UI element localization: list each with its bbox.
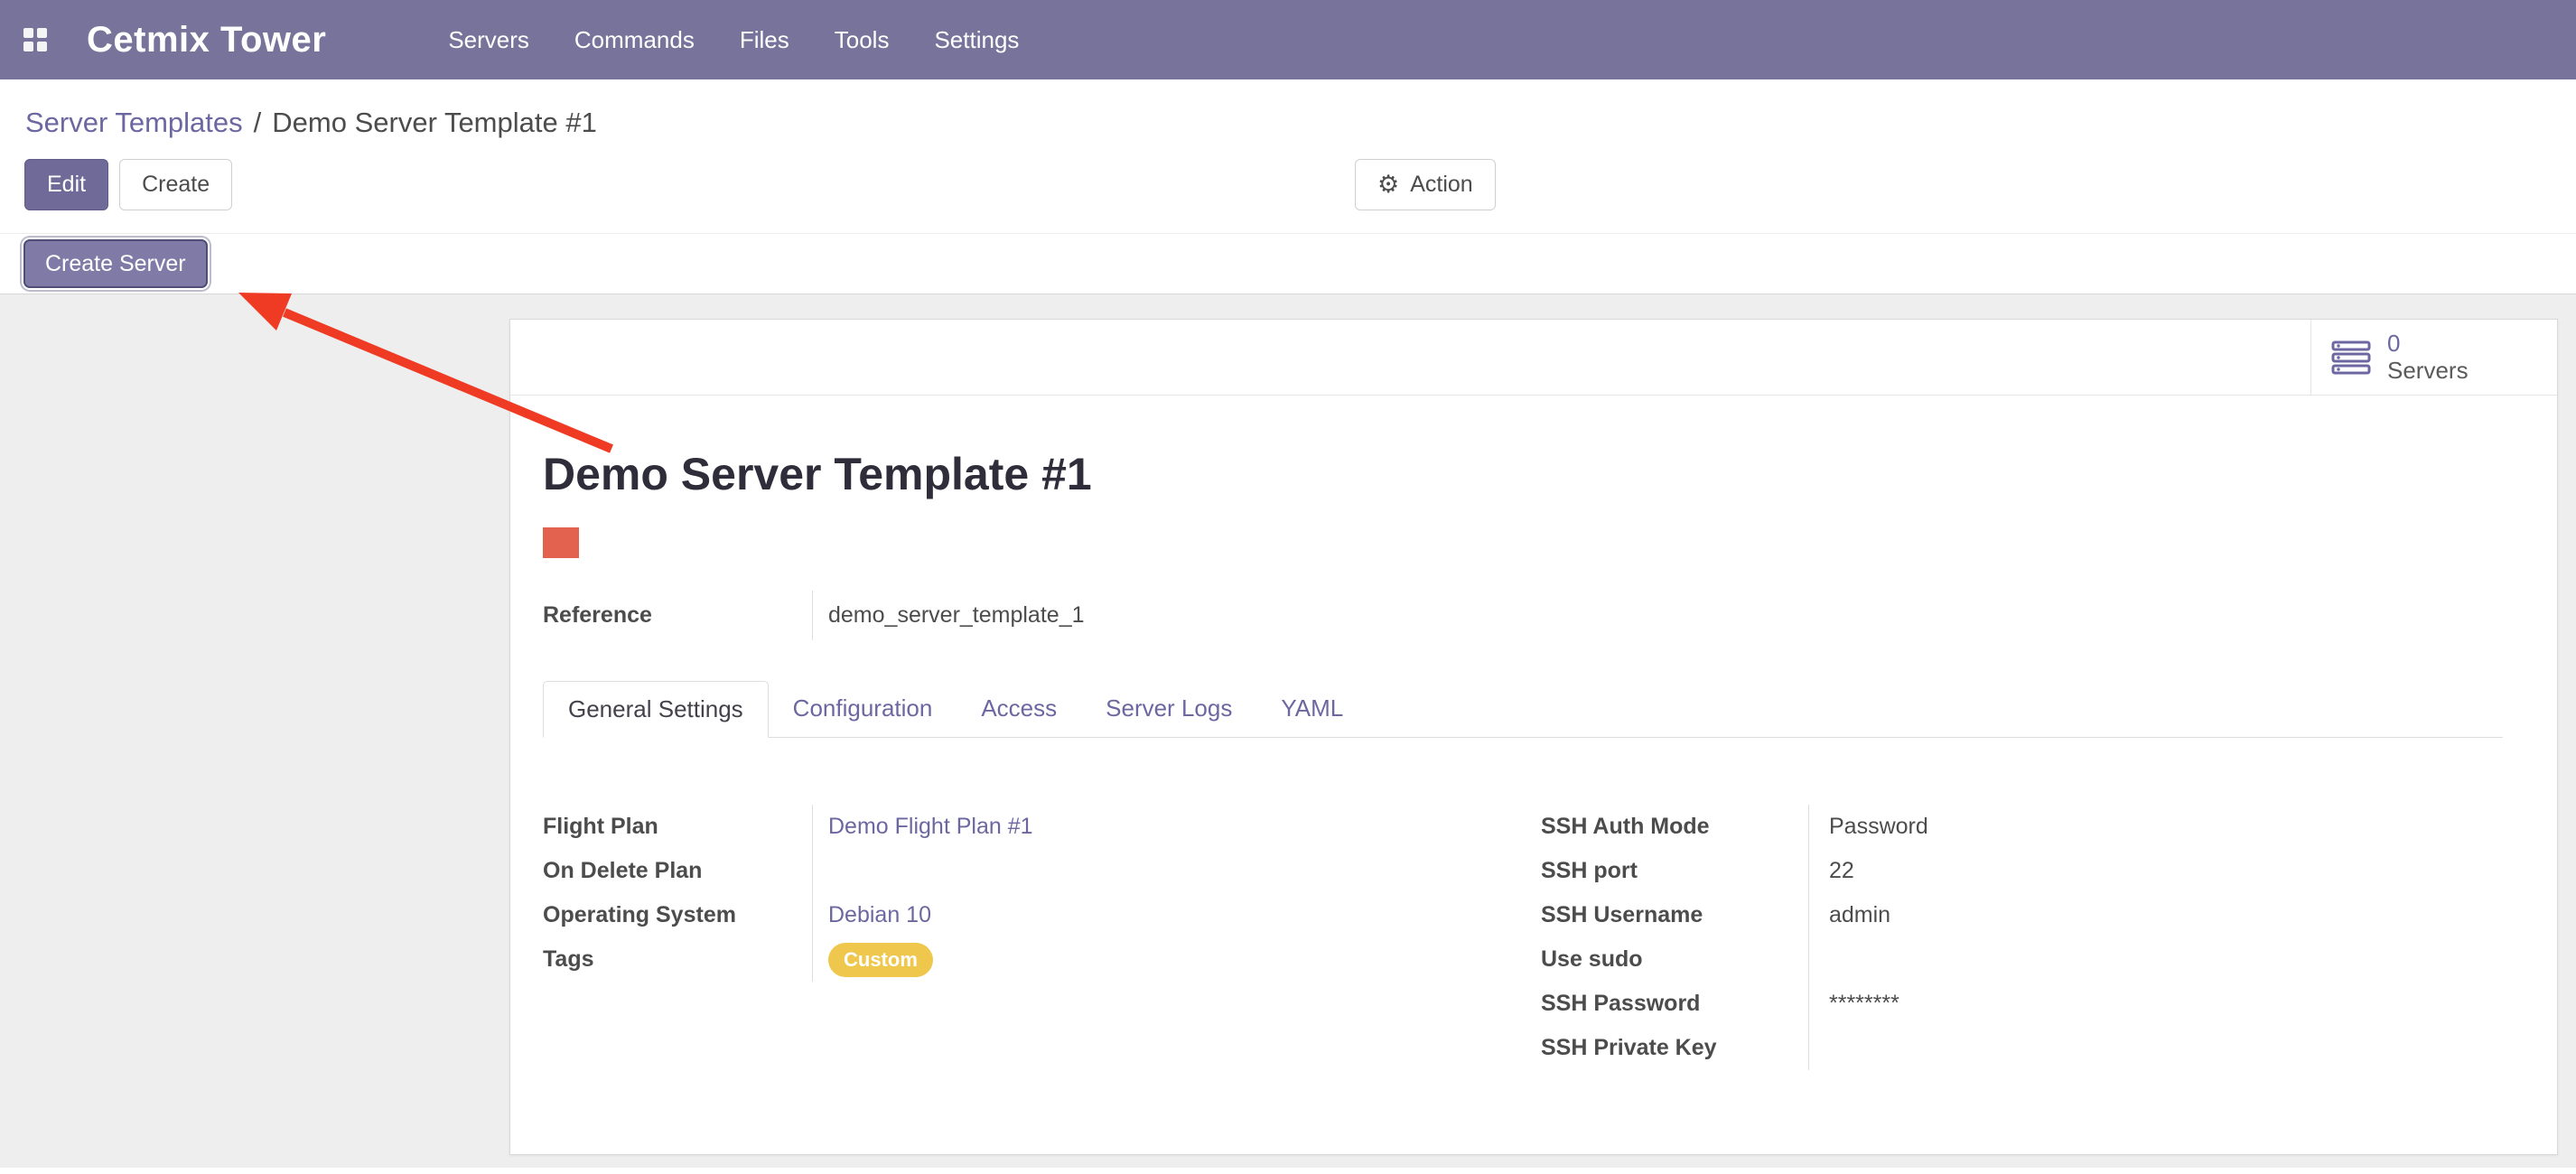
servers-stat-count: 0	[2387, 331, 2469, 358]
ssh-auth-mode-value: Password	[1809, 814, 1928, 840]
reference-field-label: Reference	[543, 591, 813, 640]
servers-stat-label: Servers	[2387, 358, 2469, 385]
ssh-port-value: 22	[1809, 858, 1854, 884]
menu-item-servers[interactable]: Servers	[425, 0, 552, 79]
action-dropdown-button[interactable]: ⚙ Action	[1355, 159, 1496, 210]
servers-stat-text: 0 Servers	[2387, 331, 2469, 385]
breadcrumb-current: Demo Server Template #1	[272, 107, 597, 139]
field-row-use-sudo: Use sudo	[1541, 937, 1928, 982]
reference-field-value: demo_server_template_1	[813, 602, 1085, 629]
tags-field: Custom	[813, 943, 933, 977]
breadcrumb: Server Templates / Demo Server Template …	[0, 79, 2576, 139]
reference-field-row: Reference demo_server_template_1	[543, 591, 2503, 640]
servers-stack-icon	[2331, 340, 2371, 375]
statusbar: Create Server	[0, 233, 2576, 294]
left-field-group: Flight Plan Demo Flight Plan #1 On Delet…	[543, 805, 1541, 1070]
field-groups: Flight Plan Demo Flight Plan #1 On Delet…	[543, 805, 2503, 1070]
create-button[interactable]: Create	[119, 159, 232, 210]
operating-system-link[interactable]: Debian 10	[813, 902, 931, 928]
flight-plan-link[interactable]: Demo Flight Plan #1	[813, 814, 1033, 840]
field-label: Use sudo	[1541, 937, 1809, 982]
control-panel: Server Templates / Demo Server Template …	[0, 79, 2576, 294]
menu-item-commands[interactable]: Commands	[552, 0, 717, 79]
ssh-username-value: admin	[1809, 902, 1890, 928]
tab-configuration[interactable]: Configuration	[769, 681, 957, 737]
menu-item-settings[interactable]: Settings	[911, 0, 1041, 79]
action-dropdown-label: Action	[1410, 172, 1472, 198]
field-label: Flight Plan	[543, 805, 813, 849]
top-navbar: Cetmix Tower Servers Commands Files Tool…	[0, 0, 2576, 79]
create-server-button[interactable]: Create Server	[23, 239, 208, 288]
content-area: 0 Servers Demo Server Template #1 Refere…	[0, 294, 2576, 1168]
breadcrumb-parent-link[interactable]: Server Templates	[25, 107, 243, 139]
notebook-tabs: General Settings Configuration Access Se…	[543, 681, 2503, 738]
field-label: SSH Username	[1541, 893, 1809, 937]
right-field-group: SSH Auth Mode Password SSH port 22 SSH U…	[1541, 805, 1928, 1070]
field-label: SSH Auth Mode	[1541, 805, 1809, 849]
field-row-operating-system: Operating System Debian 10	[543, 893, 1541, 937]
field-row-flight-plan: Flight Plan Demo Flight Plan #1	[543, 805, 1541, 849]
record-title: Demo Server Template #1	[543, 448, 2503, 500]
field-label: Tags	[543, 937, 813, 982]
field-label: Operating System	[543, 893, 813, 937]
edit-button[interactable]: Edit	[24, 159, 108, 210]
servers-stat-button[interactable]: 0 Servers	[2310, 320, 2557, 395]
field-row-ssh-auth-mode: SSH Auth Mode Password	[1541, 805, 1928, 849]
field-row-ssh-password: SSH Password ********	[1541, 982, 1928, 1026]
field-label: On Delete Plan	[543, 849, 813, 893]
tab-yaml[interactable]: YAML	[1256, 681, 1367, 737]
field-row-ssh-port: SSH port 22	[1541, 849, 1928, 893]
tag-badge: Custom	[828, 943, 933, 977]
ssh-password-value: ********	[1809, 991, 1899, 1017]
tab-general-settings[interactable]: General Settings	[543, 681, 769, 738]
sheet-body: Demo Server Template #1 Reference demo_s…	[510, 396, 2557, 1070]
field-row-tags: Tags Custom	[543, 937, 1541, 982]
field-label: SSH Private Key	[1541, 1026, 1809, 1070]
field-row-on-delete-plan: On Delete Plan	[543, 849, 1541, 893]
app-window: Cetmix Tower Servers Commands Files Tool…	[0, 0, 2576, 1174]
menu-item-tools[interactable]: Tools	[812, 0, 912, 79]
gear-icon: ⚙	[1377, 172, 1399, 197]
field-label: SSH port	[1541, 849, 1809, 893]
breadcrumb-separator: /	[254, 107, 262, 139]
sheet-header: 0 Servers	[510, 320, 2557, 396]
apps-grid-icon[interactable]	[23, 28, 47, 51]
menu-item-files[interactable]: Files	[717, 0, 812, 79]
field-label: SSH Password	[1541, 982, 1809, 1026]
form-sheet: 0 Servers Demo Server Template #1 Refere…	[509, 319, 2558, 1155]
field-row-ssh-username: SSH Username admin	[1541, 893, 1928, 937]
tab-access[interactable]: Access	[957, 681, 1081, 737]
tab-server-logs[interactable]: Server Logs	[1081, 681, 1256, 737]
color-field-swatch	[543, 527, 579, 558]
field-row-ssh-private-key: SSH Private Key	[1541, 1026, 1928, 1070]
main-menu: Servers Commands Files Tools Settings	[425, 0, 1041, 79]
brand-title[interactable]: Cetmix Tower	[87, 20, 326, 61]
action-buttons-row: Edit Create ⚙ Action	[0, 159, 2576, 211]
